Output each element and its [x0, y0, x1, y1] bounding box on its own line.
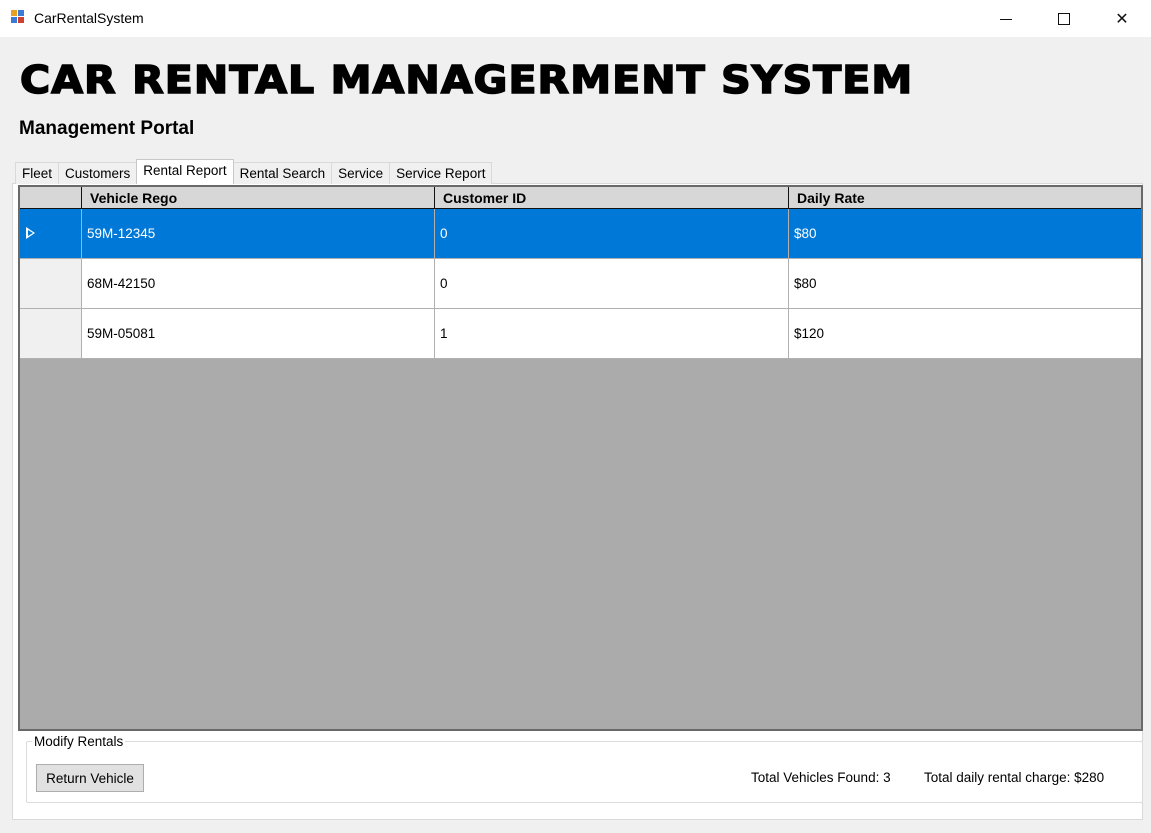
- tab-strip: Fleet Customers Rental Report Rental Sea…: [15, 159, 493, 184]
- tab-service-report[interactable]: Service Report: [389, 162, 493, 184]
- column-header-customer-id[interactable]: Customer ID: [435, 187, 789, 209]
- cell-daily-rate[interactable]: $120: [789, 309, 1141, 359]
- cell-vehicle-rego[interactable]: 68M-42150: [82, 259, 435, 309]
- window-titlebar: CarRentalSystem ✕: [0, 0, 1151, 37]
- return-vehicle-button[interactable]: Return Vehicle: [36, 764, 144, 792]
- table-row[interactable]: 59M-05081 1 $120: [20, 309, 1141, 359]
- close-icon[interactable]: ✕: [1093, 0, 1151, 37]
- maximize-icon[interactable]: [1035, 0, 1093, 37]
- page-title: CAR RENTAL MANAGERMENT SYSTEM: [19, 57, 914, 103]
- column-header-daily-rate[interactable]: Daily Rate: [789, 187, 1141, 209]
- window-title: CarRentalSystem: [34, 10, 144, 26]
- cell-customer-id[interactable]: 1: [435, 309, 789, 359]
- cell-customer-id[interactable]: 0: [435, 259, 789, 309]
- tab-rental-search[interactable]: Rental Search: [232, 162, 333, 184]
- row-header[interactable]: [20, 259, 82, 309]
- tab-rental-report[interactable]: Rental Report: [136, 159, 234, 184]
- total-vehicles-label: Total Vehicles Found: 3: [751, 770, 891, 785]
- page-subtitle: Management Portal: [19, 118, 195, 139]
- tab-fleet[interactable]: Fleet: [15, 162, 60, 184]
- app-icon: [11, 10, 26, 25]
- current-row-arrow-icon: [26, 227, 35, 239]
- rentals-grid[interactable]: Vehicle Rego Customer ID Daily Rate 59M-…: [18, 185, 1143, 731]
- tab-customers[interactable]: Customers: [58, 162, 138, 184]
- table-row[interactable]: 59M-12345 0 $80: [20, 209, 1141, 259]
- cell-customer-id[interactable]: 0: [435, 209, 789, 259]
- minimize-icon[interactable]: [977, 0, 1035, 37]
- table-row[interactable]: 68M-42150 0 $80: [20, 259, 1141, 309]
- tab-service[interactable]: Service: [331, 162, 391, 184]
- grid-corner-cell[interactable]: [20, 187, 82, 209]
- column-header-vehicle-rego[interactable]: Vehicle Rego: [82, 187, 435, 209]
- total-charge-label: Total daily rental charge: $280: [924, 770, 1105, 785]
- grid-header: Vehicle Rego Customer ID Daily Rate: [20, 187, 1141, 209]
- row-header[interactable]: [20, 309, 82, 359]
- cell-daily-rate[interactable]: $80: [789, 209, 1141, 259]
- cell-daily-rate[interactable]: $80: [789, 259, 1141, 309]
- cell-vehicle-rego[interactable]: 59M-05081: [82, 309, 435, 359]
- row-header[interactable]: [20, 209, 82, 259]
- cell-vehicle-rego[interactable]: 59M-12345: [82, 209, 435, 259]
- modify-rentals-legend: Modify Rentals: [32, 734, 126, 749]
